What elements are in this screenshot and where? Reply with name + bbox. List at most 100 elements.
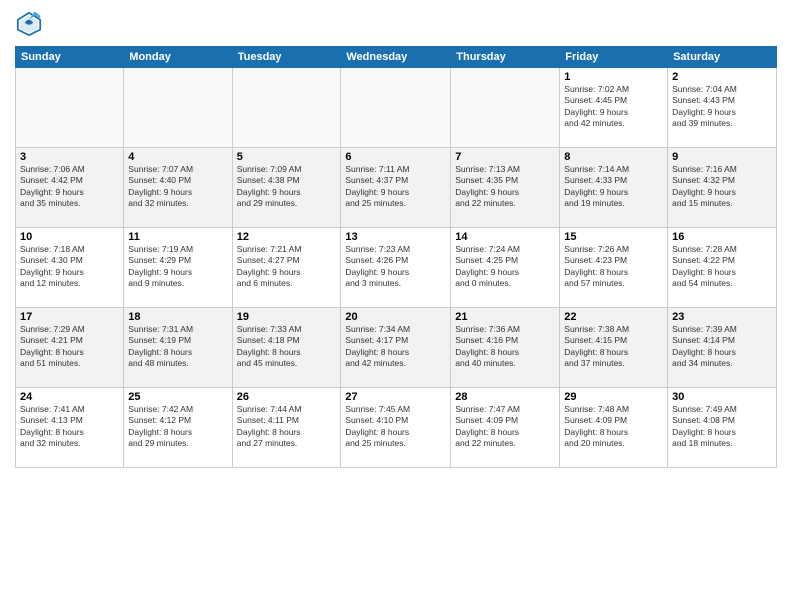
calendar-cell: 8Sunrise: 7:14 AM Sunset: 4:33 PM Daylig…	[560, 148, 668, 228]
day-number: 7	[455, 151, 555, 163]
calendar-cell	[451, 68, 560, 148]
calendar-cell: 3Sunrise: 7:06 AM Sunset: 4:42 PM Daylig…	[16, 148, 124, 228]
calendar-cell: 10Sunrise: 7:18 AM Sunset: 4:30 PM Dayli…	[16, 228, 124, 308]
day-number: 15	[564, 231, 663, 243]
calendar-cell: 6Sunrise: 7:11 AM Sunset: 4:37 PM Daylig…	[341, 148, 451, 228]
day-info: Sunrise: 7:31 AM Sunset: 4:19 PM Dayligh…	[128, 324, 227, 370]
day-info: Sunrise: 7:24 AM Sunset: 4:25 PM Dayligh…	[455, 244, 555, 290]
calendar-cell: 1Sunrise: 7:02 AM Sunset: 4:45 PM Daylig…	[560, 68, 668, 148]
day-number: 27	[345, 391, 446, 403]
day-info: Sunrise: 7:23 AM Sunset: 4:26 PM Dayligh…	[345, 244, 446, 290]
calendar-cell	[341, 68, 451, 148]
day-number: 3	[20, 151, 119, 163]
day-info: Sunrise: 7:28 AM Sunset: 4:22 PM Dayligh…	[672, 244, 772, 290]
day-number: 11	[128, 231, 227, 243]
day-number: 18	[128, 311, 227, 323]
calendar-cell	[124, 68, 232, 148]
day-of-week-header: Friday	[560, 47, 668, 68]
day-number: 30	[672, 391, 772, 403]
calendar-cell: 4Sunrise: 7:07 AM Sunset: 4:40 PM Daylig…	[124, 148, 232, 228]
day-number: 12	[237, 231, 337, 243]
calendar-cell: 27Sunrise: 7:45 AM Sunset: 4:10 PM Dayli…	[341, 388, 451, 468]
day-number: 1	[564, 71, 663, 83]
day-info: Sunrise: 7:41 AM Sunset: 4:13 PM Dayligh…	[20, 404, 119, 450]
day-info: Sunrise: 7:07 AM Sunset: 4:40 PM Dayligh…	[128, 164, 227, 210]
calendar-header: SundayMondayTuesdayWednesdayThursdayFrid…	[16, 47, 777, 68]
calendar-body: 1Sunrise: 7:02 AM Sunset: 4:45 PM Daylig…	[16, 68, 777, 468]
day-number: 2	[672, 71, 772, 83]
day-info: Sunrise: 7:02 AM Sunset: 4:45 PM Dayligh…	[564, 84, 663, 130]
day-number: 9	[672, 151, 772, 163]
day-number: 5	[237, 151, 337, 163]
calendar-cell: 23Sunrise: 7:39 AM Sunset: 4:14 PM Dayli…	[668, 308, 777, 388]
day-number: 21	[455, 311, 555, 323]
calendar-week-row: 1Sunrise: 7:02 AM Sunset: 4:45 PM Daylig…	[16, 68, 777, 148]
day-of-week-header: Monday	[124, 47, 232, 68]
calendar-cell	[232, 68, 341, 148]
day-info: Sunrise: 7:44 AM Sunset: 4:11 PM Dayligh…	[237, 404, 337, 450]
day-number: 26	[237, 391, 337, 403]
logo-icon	[15, 10, 43, 38]
logo	[15, 10, 47, 38]
day-number: 25	[128, 391, 227, 403]
day-number: 4	[128, 151, 227, 163]
day-of-week-header: Sunday	[16, 47, 124, 68]
day-info: Sunrise: 7:13 AM Sunset: 4:35 PM Dayligh…	[455, 164, 555, 210]
day-info: Sunrise: 7:16 AM Sunset: 4:32 PM Dayligh…	[672, 164, 772, 210]
calendar-cell: 21Sunrise: 7:36 AM Sunset: 4:16 PM Dayli…	[451, 308, 560, 388]
day-info: Sunrise: 7:06 AM Sunset: 4:42 PM Dayligh…	[20, 164, 119, 210]
day-number: 28	[455, 391, 555, 403]
day-info: Sunrise: 7:45 AM Sunset: 4:10 PM Dayligh…	[345, 404, 446, 450]
day-info: Sunrise: 7:36 AM Sunset: 4:16 PM Dayligh…	[455, 324, 555, 370]
calendar-table: SundayMondayTuesdayWednesdayThursdayFrid…	[15, 46, 777, 468]
day-info: Sunrise: 7:29 AM Sunset: 4:21 PM Dayligh…	[20, 324, 119, 370]
day-info: Sunrise: 7:34 AM Sunset: 4:17 PM Dayligh…	[345, 324, 446, 370]
calendar-cell: 17Sunrise: 7:29 AM Sunset: 4:21 PM Dayli…	[16, 308, 124, 388]
day-info: Sunrise: 7:21 AM Sunset: 4:27 PM Dayligh…	[237, 244, 337, 290]
calendar-week-row: 17Sunrise: 7:29 AM Sunset: 4:21 PM Dayli…	[16, 308, 777, 388]
calendar-cell: 11Sunrise: 7:19 AM Sunset: 4:29 PM Dayli…	[124, 228, 232, 308]
calendar-week-row: 24Sunrise: 7:41 AM Sunset: 4:13 PM Dayli…	[16, 388, 777, 468]
day-number: 22	[564, 311, 663, 323]
calendar-cell: 9Sunrise: 7:16 AM Sunset: 4:32 PM Daylig…	[668, 148, 777, 228]
calendar-cell: 2Sunrise: 7:04 AM Sunset: 4:43 PM Daylig…	[668, 68, 777, 148]
day-number: 23	[672, 311, 772, 323]
day-info: Sunrise: 7:09 AM Sunset: 4:38 PM Dayligh…	[237, 164, 337, 210]
day-number: 14	[455, 231, 555, 243]
header	[15, 10, 777, 38]
day-number: 8	[564, 151, 663, 163]
calendar-cell: 22Sunrise: 7:38 AM Sunset: 4:15 PM Dayli…	[560, 308, 668, 388]
day-info: Sunrise: 7:04 AM Sunset: 4:43 PM Dayligh…	[672, 84, 772, 130]
calendar-cell: 28Sunrise: 7:47 AM Sunset: 4:09 PM Dayli…	[451, 388, 560, 468]
day-number: 10	[20, 231, 119, 243]
day-info: Sunrise: 7:39 AM Sunset: 4:14 PM Dayligh…	[672, 324, 772, 370]
calendar-cell: 25Sunrise: 7:42 AM Sunset: 4:12 PM Dayli…	[124, 388, 232, 468]
day-info: Sunrise: 7:11 AM Sunset: 4:37 PM Dayligh…	[345, 164, 446, 210]
calendar-cell: 15Sunrise: 7:26 AM Sunset: 4:23 PM Dayli…	[560, 228, 668, 308]
calendar-cell: 18Sunrise: 7:31 AM Sunset: 4:19 PM Dayli…	[124, 308, 232, 388]
day-info: Sunrise: 7:47 AM Sunset: 4:09 PM Dayligh…	[455, 404, 555, 450]
day-of-week-header: Wednesday	[341, 47, 451, 68]
day-number: 20	[345, 311, 446, 323]
calendar-cell: 5Sunrise: 7:09 AM Sunset: 4:38 PM Daylig…	[232, 148, 341, 228]
calendar-cell: 14Sunrise: 7:24 AM Sunset: 4:25 PM Dayli…	[451, 228, 560, 308]
day-number: 17	[20, 311, 119, 323]
day-of-week-header: Saturday	[668, 47, 777, 68]
day-info: Sunrise: 7:26 AM Sunset: 4:23 PM Dayligh…	[564, 244, 663, 290]
calendar-cell: 12Sunrise: 7:21 AM Sunset: 4:27 PM Dayli…	[232, 228, 341, 308]
day-info: Sunrise: 7:19 AM Sunset: 4:29 PM Dayligh…	[128, 244, 227, 290]
day-number: 13	[345, 231, 446, 243]
day-info: Sunrise: 7:42 AM Sunset: 4:12 PM Dayligh…	[128, 404, 227, 450]
calendar-cell: 29Sunrise: 7:48 AM Sunset: 4:09 PM Dayli…	[560, 388, 668, 468]
day-info: Sunrise: 7:38 AM Sunset: 4:15 PM Dayligh…	[564, 324, 663, 370]
calendar-cell: 7Sunrise: 7:13 AM Sunset: 4:35 PM Daylig…	[451, 148, 560, 228]
day-of-week-header: Tuesday	[232, 47, 341, 68]
day-info: Sunrise: 7:18 AM Sunset: 4:30 PM Dayligh…	[20, 244, 119, 290]
calendar-cell: 30Sunrise: 7:49 AM Sunset: 4:08 PM Dayli…	[668, 388, 777, 468]
day-info: Sunrise: 7:33 AM Sunset: 4:18 PM Dayligh…	[237, 324, 337, 370]
calendar-cell: 26Sunrise: 7:44 AM Sunset: 4:11 PM Dayli…	[232, 388, 341, 468]
page-container: SundayMondayTuesdayWednesdayThursdayFrid…	[0, 0, 792, 612]
day-number: 6	[345, 151, 446, 163]
day-info: Sunrise: 7:48 AM Sunset: 4:09 PM Dayligh…	[564, 404, 663, 450]
calendar-week-row: 10Sunrise: 7:18 AM Sunset: 4:30 PM Dayli…	[16, 228, 777, 308]
